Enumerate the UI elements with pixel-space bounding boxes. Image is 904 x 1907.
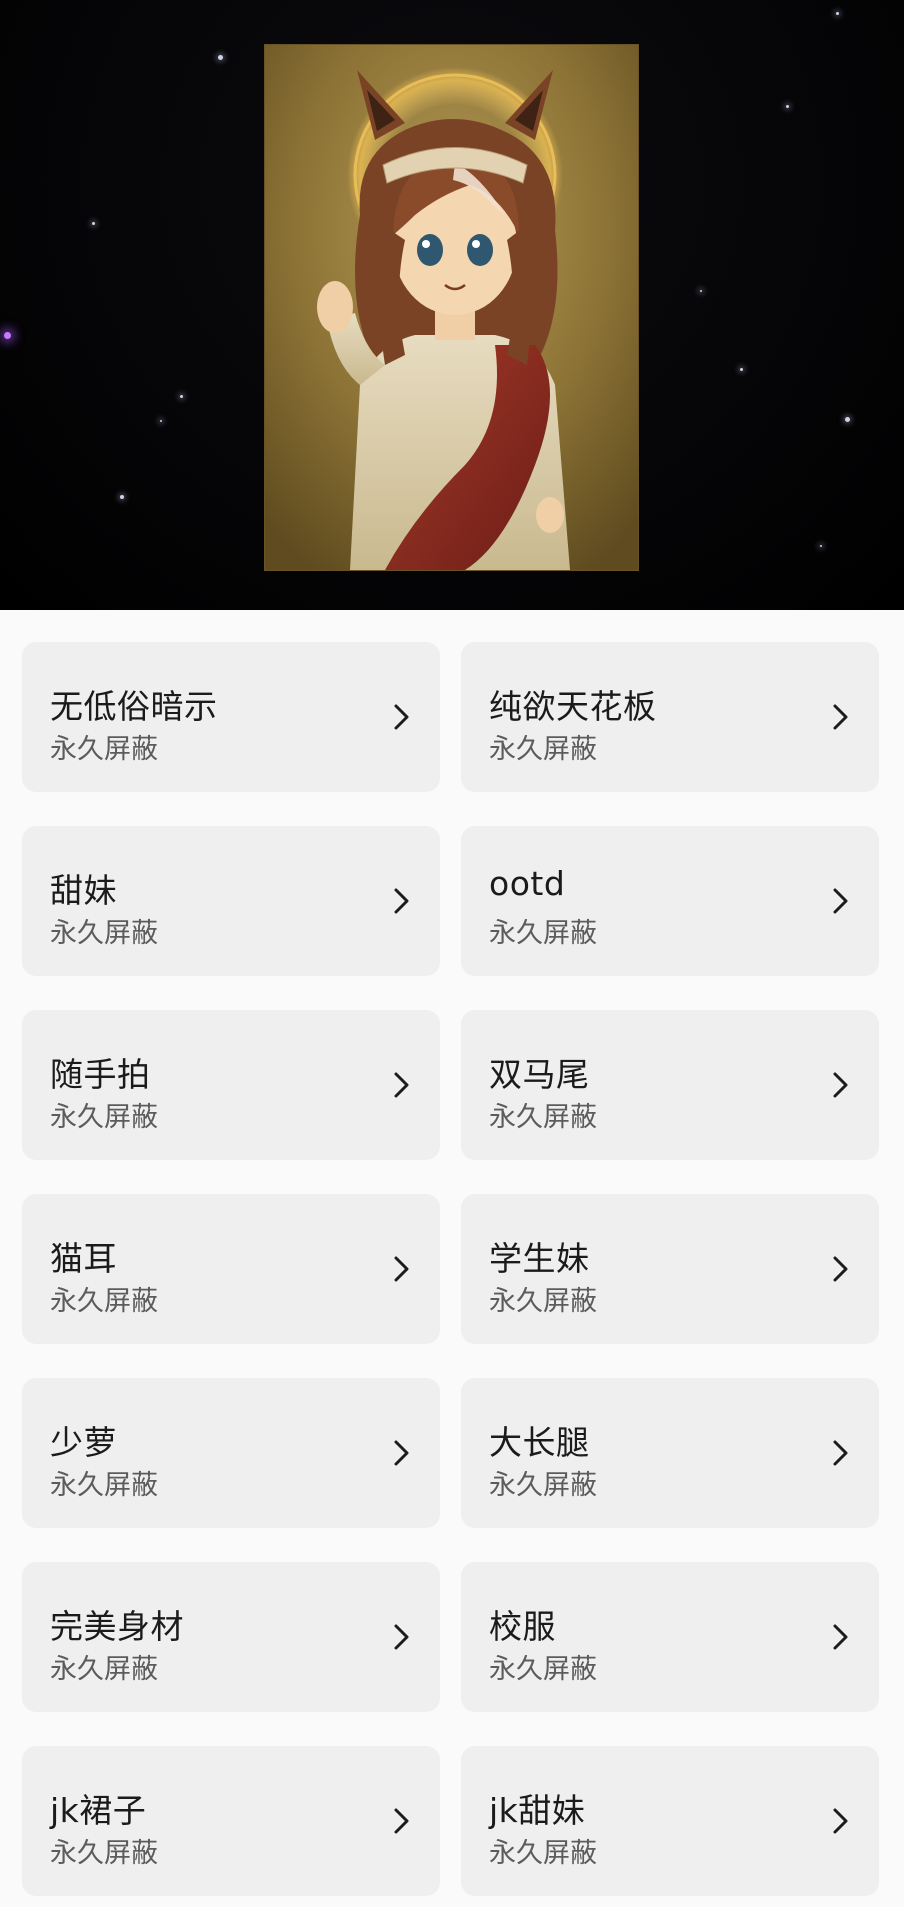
chevron-right-icon [394, 1624, 409, 1650]
block-status: 永久屏蔽 [50, 1654, 158, 1685]
blocked-tag-card[interactable]: 甜妹 永久屏蔽 [22, 826, 440, 976]
chevron-right-icon [394, 1256, 409, 1282]
tag-title: ootd [489, 864, 566, 903]
blocked-tag-card[interactable]: 双马尾 永久屏蔽 [461, 1010, 879, 1160]
star-decoration [180, 395, 183, 398]
star-decoration [218, 55, 223, 60]
block-status: 永久屏蔽 [489, 1286, 597, 1317]
star-decoration [786, 105, 789, 108]
tag-title: 学生妹 [489, 1239, 590, 1278]
star-decoration [700, 290, 702, 292]
block-status: 永久屏蔽 [50, 1470, 158, 1501]
blocked-tags-grid: 无低俗暗示 永久屏蔽 纯欲天花板 永久屏蔽 甜妹 永久屏蔽 ootd 永久屏蔽 随手拍 永久屏蔽双… [0, 610, 904, 1907]
blocked-tag-card[interactable]: 猫耳 永久屏蔽 [22, 1194, 440, 1344]
chevron-right-icon [833, 1072, 848, 1098]
tag-title: 随手拍 [50, 1055, 151, 1094]
header-banner [0, 0, 904, 610]
tag-title: jk裙子 [50, 1791, 147, 1830]
blocked-tag-card[interactable]: 纯欲天花板 永久屏蔽 [461, 642, 879, 792]
chevron-right-icon [833, 888, 848, 914]
tag-title: 甜妹 [50, 871, 117, 910]
artwork-illustration [265, 45, 638, 570]
chevron-right-icon [394, 1072, 409, 1098]
chevron-right-icon [394, 704, 409, 730]
star-decoration [836, 12, 839, 15]
block-status: 永久屏蔽 [489, 1102, 597, 1133]
tag-title: jk甜妹 [489, 1791, 586, 1830]
blocked-tag-card[interactable]: 校服 永久屏蔽 [461, 1562, 879, 1712]
tag-title: 完美身材 [50, 1607, 184, 1646]
block-status: 永久屏蔽 [50, 734, 158, 765]
artwork-image [265, 45, 638, 570]
chevron-right-icon [833, 1808, 848, 1834]
block-status: 永久屏蔽 [50, 918, 158, 949]
blocked-tag-card[interactable]: 学生妹 永久屏蔽 [461, 1194, 879, 1344]
block-status: 永久屏蔽 [489, 1654, 597, 1685]
chevron-right-icon [394, 1440, 409, 1466]
star-decoration [845, 417, 850, 422]
block-status: 永久屏蔽 [489, 1838, 597, 1869]
tag-title: 大长腿 [489, 1423, 590, 1462]
star-decoration [160, 420, 162, 422]
blocked-tag-card[interactable]: 大长腿 永久屏蔽 [461, 1378, 879, 1528]
blocked-tag-card[interactable]: jk甜妹永久屏蔽 [461, 1746, 879, 1896]
star-decoration [740, 368, 743, 371]
blocked-tag-card[interactable]: jk裙子永久屏蔽 [22, 1746, 440, 1896]
chevron-right-icon [833, 704, 848, 730]
star-decoration [820, 545, 822, 547]
block-status: 永久屏蔽 [489, 918, 597, 949]
star-decoration [4, 332, 11, 339]
block-status: 永久屏蔽 [489, 1470, 597, 1501]
tag-title: 少萝 [50, 1423, 117, 1462]
tag-title: 校服 [489, 1607, 556, 1646]
chevron-right-icon [833, 1440, 848, 1466]
tag-title: 猫耳 [50, 1239, 117, 1278]
chevron-right-icon [394, 1808, 409, 1834]
block-status: 永久屏蔽 [50, 1286, 158, 1317]
blocked-tag-card[interactable]: ootd 永久屏蔽 [461, 826, 879, 976]
blocked-tag-card[interactable]: 完美身材 永久屏蔽 [22, 1562, 440, 1712]
chevron-right-icon [833, 1256, 848, 1282]
tag-title: 纯欲天花板 [489, 687, 657, 726]
blocked-tag-card[interactable]: 少萝 永久屏蔽 [22, 1378, 440, 1528]
chevron-right-icon [394, 888, 409, 914]
star-decoration [120, 495, 124, 499]
chevron-right-icon [833, 1624, 848, 1650]
block-status: 永久屏蔽 [50, 1102, 158, 1133]
tag-title: 无低俗暗示 [50, 687, 218, 726]
block-status: 永久屏蔽 [489, 734, 597, 765]
star-decoration [92, 222, 95, 225]
block-status: 永久屏蔽 [50, 1838, 158, 1869]
blocked-tag-card[interactable]: 无低俗暗示 永久屏蔽 [22, 642, 440, 792]
tag-title: 双马尾 [489, 1055, 590, 1094]
blocked-tag-card[interactable]: 随手拍 永久屏蔽 [22, 1010, 440, 1160]
